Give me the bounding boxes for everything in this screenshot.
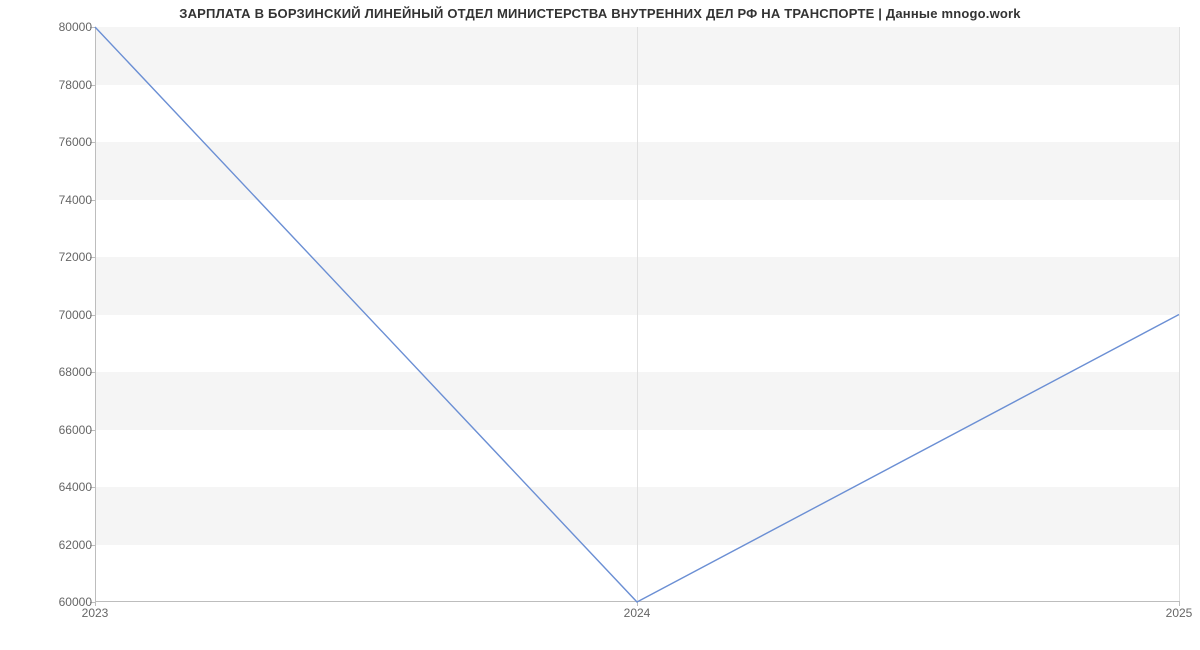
y-tick-label: 72000 <box>54 250 92 264</box>
y-tick-label: 60000 <box>54 595 92 609</box>
y-tick-label: 68000 <box>54 365 92 379</box>
y-tick-label: 80000 <box>54 20 92 34</box>
chart-svg <box>95 27 1179 602</box>
x-tick-label: 2025 <box>1166 606 1193 620</box>
y-tick-label: 64000 <box>54 480 92 494</box>
y-tick-label: 70000 <box>54 308 92 322</box>
chart-title: ЗАРПЛАТА В БОРЗИНСКИЙ ЛИНЕЙНЫЙ ОТДЕЛ МИН… <box>0 6 1200 21</box>
gridline-v <box>1179 27 1180 601</box>
y-tick-label: 76000 <box>54 135 92 149</box>
chart-container: ЗАРПЛАТА В БОРЗИНСКИЙ ЛИНЕЙНЫЙ ОТДЕЛ МИН… <box>0 0 1200 650</box>
y-tick-label: 78000 <box>54 78 92 92</box>
y-tick-label: 62000 <box>54 538 92 552</box>
plot-area <box>95 27 1179 602</box>
x-tick-label: 2024 <box>624 606 651 620</box>
data-line <box>95 27 1179 602</box>
y-tick-label: 66000 <box>54 423 92 437</box>
y-tick-label: 74000 <box>54 193 92 207</box>
